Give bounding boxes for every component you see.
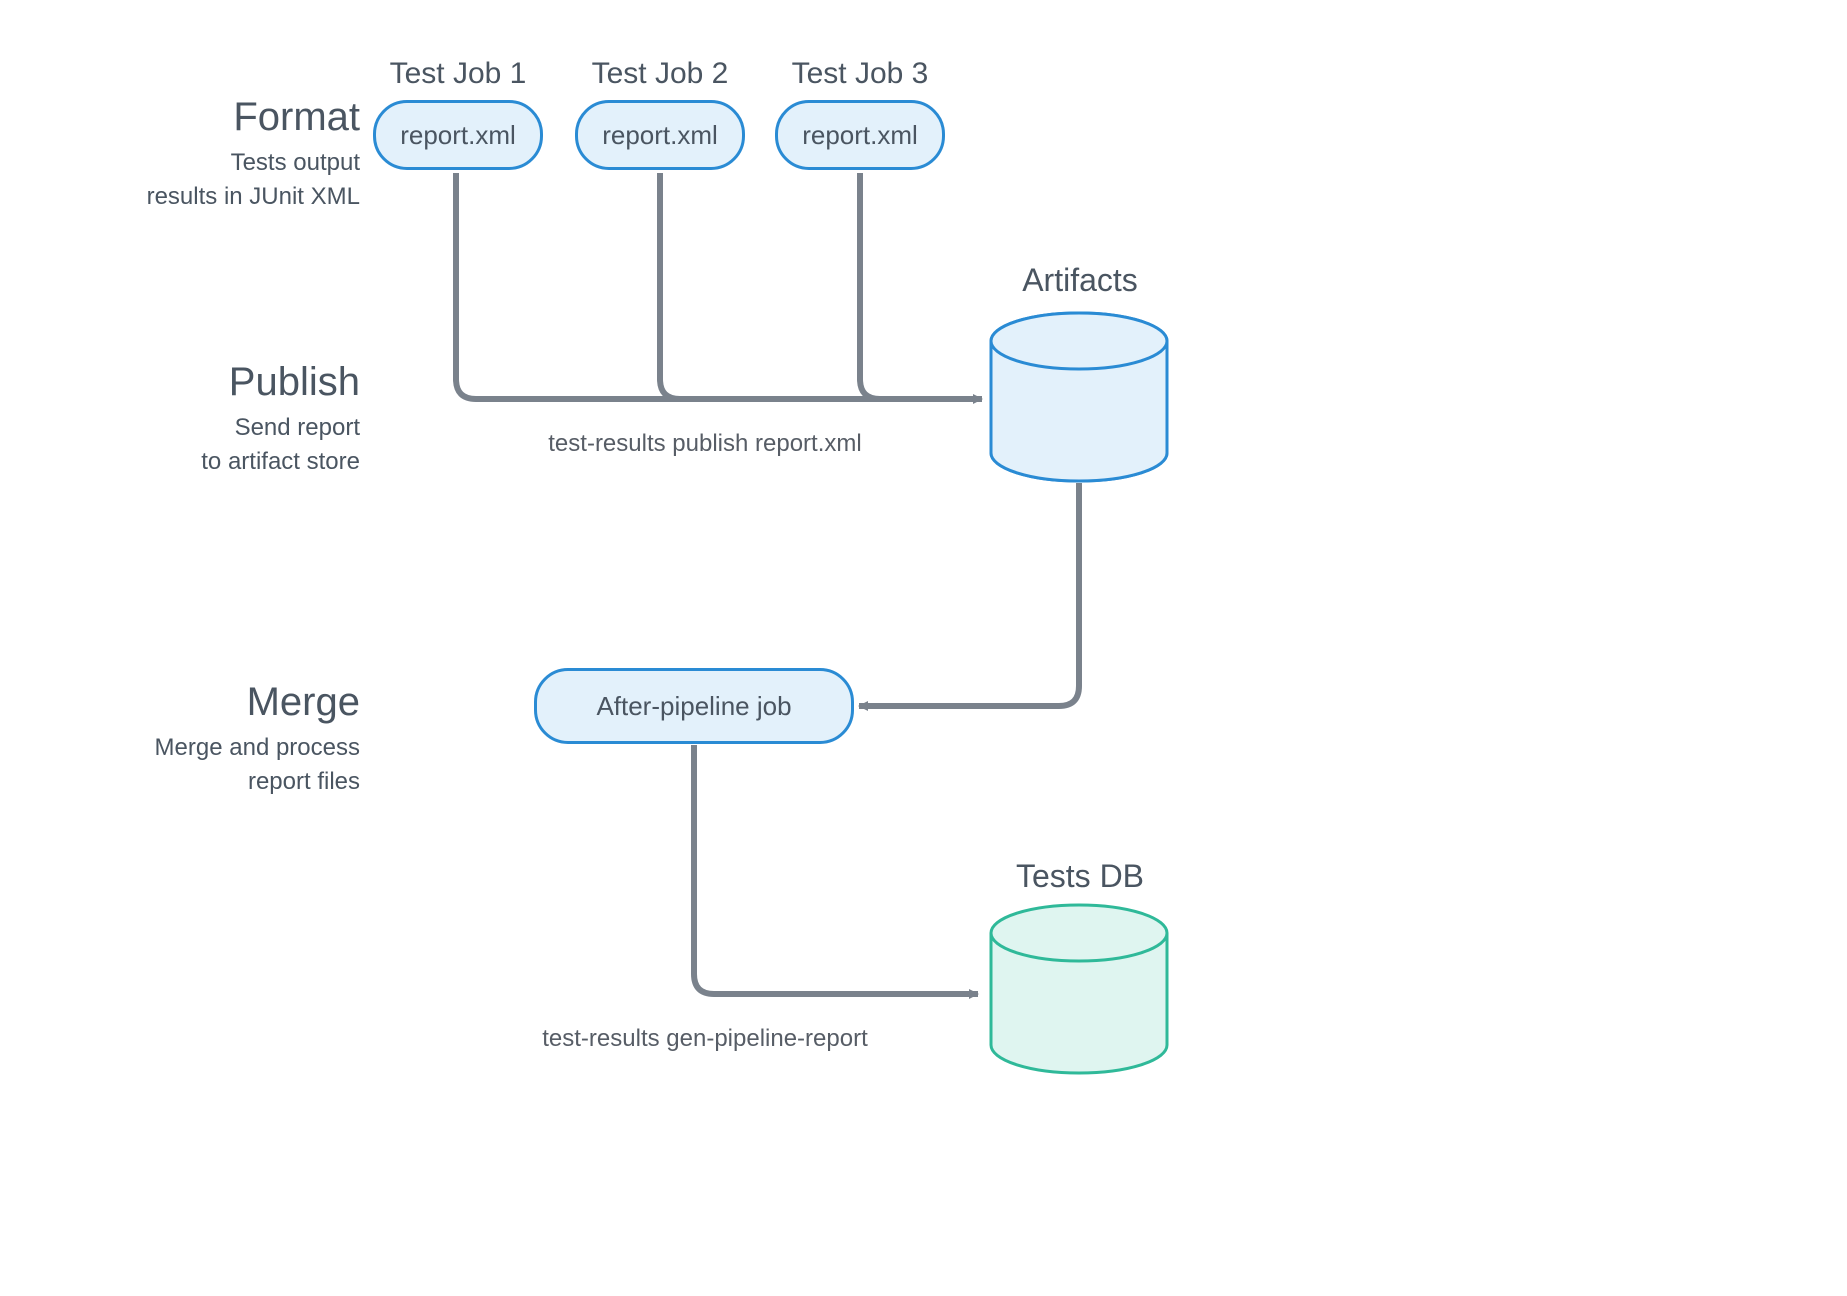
publish-command: test-results publish report.xml: [455, 430, 955, 458]
stage-publish-title: Publish: [60, 360, 360, 405]
stage-format-sub1: Tests output: [60, 146, 360, 180]
stage-merge-title: Merge: [60, 680, 360, 725]
job2-file: report.xml: [602, 120, 718, 151]
job1-title: Test Job 1: [378, 57, 538, 91]
after-pipeline-node: After-pipeline job: [534, 668, 854, 744]
testsdb-title: Tests DB: [990, 858, 1170, 895]
stage-merge: Merge Merge and process report files: [60, 680, 360, 798]
stage-publish-sub1: Send report: [60, 411, 360, 445]
job2-node: report.xml: [575, 100, 745, 170]
job1-file: report.xml: [400, 120, 516, 151]
job2-title: Test Job 2: [580, 57, 740, 91]
job1-node: report.xml: [373, 100, 543, 170]
after-pipeline-label: After-pipeline job: [596, 691, 791, 722]
stage-publish-sub2: to artifact store: [60, 445, 360, 479]
stage-format-title: Format: [60, 95, 360, 140]
stage-merge-sub1: Merge and process: [60, 731, 360, 765]
testsdb-cylinder: [991, 905, 1167, 1073]
artifacts-label-wrap: Artifacts: [990, 262, 1170, 307]
artifacts-cylinder: [991, 313, 1167, 481]
job3-file: report.xml: [802, 120, 918, 151]
stage-merge-sub2: report files: [60, 765, 360, 799]
stage-format-sub2: results in JUnit XML: [60, 180, 360, 214]
testsdb-label-wrap: Tests DB: [990, 858, 1170, 903]
job3-node: report.xml: [775, 100, 945, 170]
stage-format: Format Tests output results in JUnit XML: [60, 95, 360, 213]
artifacts-title: Artifacts: [990, 262, 1170, 299]
job3-title: Test Job 3: [780, 57, 940, 91]
stage-publish: Publish Send report to artifact store: [60, 360, 360, 478]
gen-command: test-results gen-pipeline-report: [455, 1025, 955, 1053]
